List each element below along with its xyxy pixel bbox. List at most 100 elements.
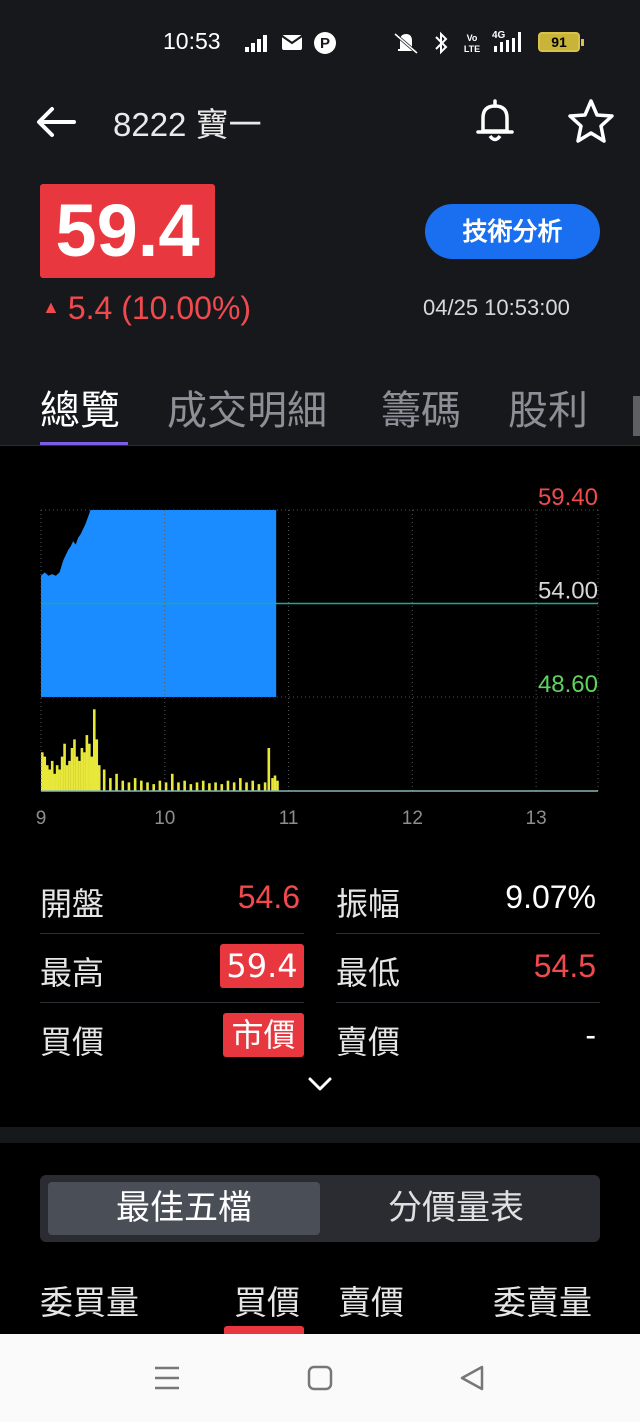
- low-label: 最低: [336, 954, 401, 992]
- back-arrow-icon[interactable]: [34, 102, 78, 142]
- y-axis-label: 59.40: [538, 484, 598, 511]
- mail-icon: [281, 35, 303, 50]
- volume-bar: [73, 739, 76, 791]
- volume-bar: [109, 778, 112, 791]
- volume-bar: [170, 773, 174, 791]
- volume-bar: [97, 765, 101, 791]
- bid-price-cell: [224, 1326, 304, 1334]
- stock-title: 8222 寶一: [113, 106, 262, 143]
- volume-bar: [257, 784, 261, 791]
- volume-bar: [70, 748, 74, 791]
- volume-bar: [50, 760, 54, 791]
- star-icon[interactable]: [567, 98, 615, 144]
- stat-row-open: 開盤 54.6 振幅 9.07%: [40, 865, 600, 934]
- orderbook-segment-control: 最佳五檔 分價量表: [40, 1175, 600, 1242]
- volume-bar: [80, 748, 84, 791]
- volume-bar: [55, 765, 59, 791]
- volume-bar: [220, 784, 224, 791]
- volume-bar: [92, 709, 96, 791]
- volume-bar: [239, 778, 242, 791]
- volume-bar: [63, 743, 66, 791]
- svg-text:LTE: LTE: [464, 44, 480, 54]
- home-icon[interactable]: [306, 1364, 334, 1392]
- volume-bar: [45, 765, 49, 791]
- volume-bar: [158, 780, 162, 791]
- x-axis-tick: 9: [36, 808, 47, 829]
- segment-price-volume[interactable]: 分價量表: [320, 1182, 592, 1235]
- volume-bar: [214, 782, 217, 791]
- current-price-value: 59.4: [55, 189, 200, 272]
- x-axis-tick: 13: [526, 808, 547, 829]
- tab-dividends[interactable]: 股利: [508, 378, 588, 436]
- volume-bar: [251, 780, 255, 791]
- volume-bar: [90, 756, 94, 791]
- col-bid-qty: 委買量: [40, 1283, 139, 1322]
- volume-bar: [88, 743, 91, 791]
- volume-bar: [60, 756, 64, 791]
- signal-bars-icon: [245, 35, 267, 52]
- open-label: 開盤: [40, 885, 105, 923]
- volume-bar: [68, 760, 71, 791]
- volume-bar: [102, 769, 106, 791]
- tab-overview[interactable]: 總覽: [40, 378, 120, 436]
- current-price: 59.4: [40, 184, 215, 278]
- volume-bar: [48, 769, 52, 791]
- amplitude-label: 振幅: [336, 885, 401, 923]
- volume-bar: [189, 784, 193, 791]
- quote-timestamp: 04/25 10:53:00: [423, 295, 570, 320]
- stock-header: 8222 寶一 59.4 技術分析 ▲ 5.4 (10.00%) 04/25 10…: [0, 84, 640, 446]
- col-ask-qty: 委賣量: [493, 1283, 592, 1322]
- up-triangle-icon: ▲: [42, 297, 60, 317]
- status-time: 10:53: [163, 28, 221, 54]
- volume-bar: [201, 780, 205, 791]
- svg-text:4G: 4G: [492, 30, 506, 41]
- chevron-down-icon[interactable]: [306, 1074, 334, 1094]
- svg-text:P: P: [320, 35, 330, 52]
- col-ask-price: 賣價: [338, 1283, 404, 1322]
- bell-icon[interactable]: [472, 98, 518, 144]
- price-change-value: 5.4 (10.00%): [67, 290, 252, 326]
- intraday-chart: 59.40 54.00 48.60 9 10 11 12 13: [36, 484, 599, 829]
- volume-bar: [226, 780, 230, 791]
- tab-overflow[interactable]: [633, 396, 640, 436]
- network-4g-icon: 4G: [492, 30, 521, 52]
- volume-bar: [232, 782, 236, 791]
- active-tab-indicator: [40, 442, 128, 445]
- x-axis-tick: 12: [402, 808, 423, 829]
- system-nav-bar: [0, 1334, 640, 1422]
- low-value: 54.5: [533, 948, 596, 984]
- tab-trade-details[interactable]: 成交明細: [167, 378, 327, 436]
- volume-bar: [263, 782, 267, 791]
- price-change: ▲ 5.4 (10.00%): [42, 290, 251, 327]
- high-value: 59.4: [220, 944, 304, 988]
- tab-bar: 總覽 成交明細 籌碼 股利: [0, 374, 640, 446]
- bid-value: 市價: [223, 1013, 304, 1057]
- volume-bar: [276, 780, 279, 791]
- battery-level: 91: [551, 34, 567, 50]
- volume-bar: [85, 735, 89, 791]
- volume-bar: [195, 782, 199, 791]
- technical-analysis-button[interactable]: 技術分析: [425, 204, 600, 259]
- volume-bar: [183, 780, 186, 791]
- volume-bar: [245, 782, 248, 791]
- volume-bar: [152, 784, 155, 791]
- y-axis-label: 54.00: [538, 578, 598, 605]
- back-icon[interactable]: [458, 1364, 486, 1392]
- ask-value: -: [585, 1017, 596, 1053]
- y-axis-label: 48.60: [538, 671, 598, 698]
- high-label: 最高: [40, 954, 105, 992]
- ask-label: 賣價: [336, 1023, 401, 1061]
- volume-bar: [177, 782, 180, 791]
- volume-bar: [83, 752, 86, 791]
- volume-bar: [267, 748, 271, 791]
- volume-bar: [127, 782, 131, 791]
- volume-bar: [75, 756, 79, 791]
- section-divider: [0, 1127, 640, 1143]
- volume-bar: [53, 773, 56, 791]
- parking-icon: P: [314, 32, 336, 54]
- menu-icon[interactable]: [152, 1364, 182, 1392]
- volume-bar: [140, 780, 143, 791]
- tab-chips[interactable]: 籌碼: [381, 378, 461, 436]
- segment-best-five[interactable]: 最佳五檔: [48, 1182, 320, 1235]
- stat-row-bid: 買價 市價 賣價 -: [40, 1003, 600, 1072]
